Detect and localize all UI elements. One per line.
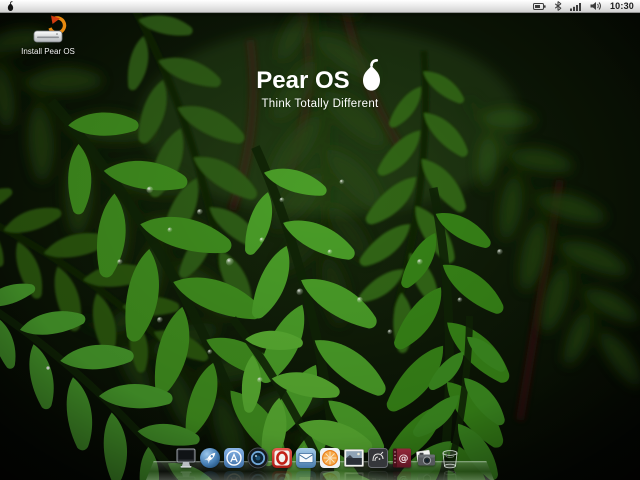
network-signal-icon[interactable] [569,2,582,11]
pear-menu-icon[interactable] [6,0,15,12]
desktop: 10:30 Install Pear OS Pear OS Think Tota… [0,0,640,480]
mail-envelope-icon[interactable] [294,446,318,480]
launchpad-rocket-icon[interactable] [198,446,222,480]
app-store-icon[interactable] [222,446,246,480]
desktop-icon-install[interactable]: Install Pear OS [8,15,88,57]
menubar: 10:30 [0,0,640,17]
wallpaper-leaves [0,0,640,480]
photo-viewer-icon[interactable] [342,446,366,480]
desktop-icon-label: Install Pear OS [21,47,75,56]
glass-trash-icon[interactable] [438,446,462,480]
opera-browser-icon[interactable] [270,446,294,480]
image-editor-icon[interactable] [366,446,390,480]
volume-icon[interactable] [590,1,602,11]
camera-lens-browser-icon[interactable] [246,446,270,480]
system-tray: 10:30 [532,1,634,11]
orange-slice-icon[interactable] [318,446,342,480]
svg-text:@: @ [399,454,409,465]
bluetooth-icon[interactable] [554,1,562,11]
dock: @ @ [174,446,462,480]
imac-display-icon[interactable] [174,446,198,480]
install-drive-icon [27,15,69,50]
address-book-icon[interactable]: @ @ [390,446,414,480]
camera-capture-icon[interactable] [414,446,438,480]
clock[interactable]: 10:30 [610,1,634,11]
battery-icon[interactable] [532,2,546,11]
